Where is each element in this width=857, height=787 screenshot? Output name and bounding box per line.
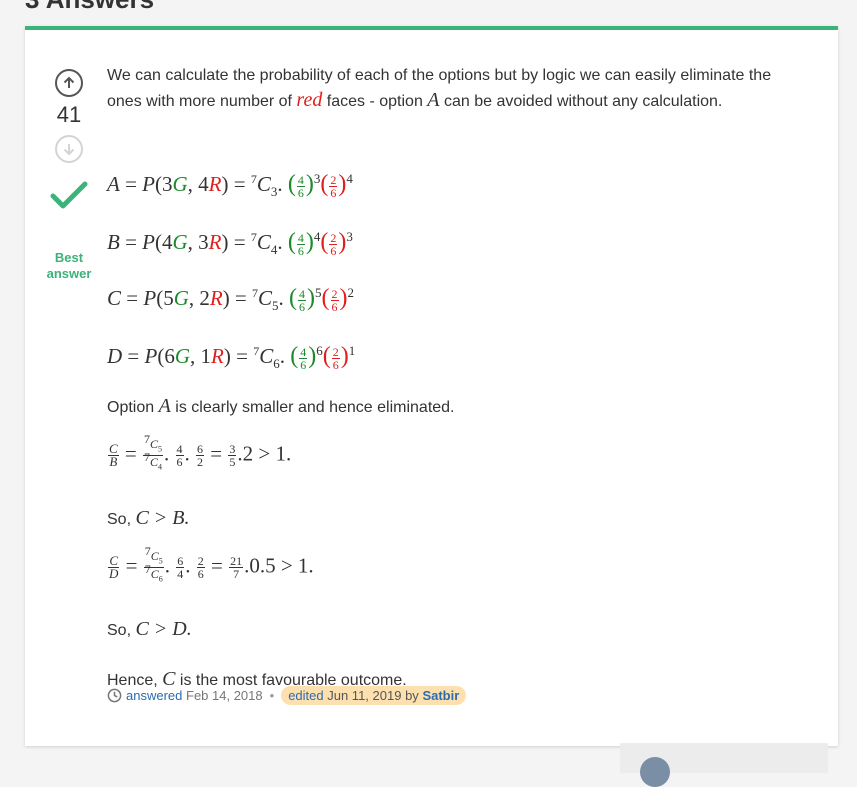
ratio2-frac-den: 7	[233, 567, 240, 582]
so1-math: C > B.	[135, 507, 190, 529]
best-label-line1: Best	[54, 250, 84, 265]
eq-r-exp: 3	[346, 229, 353, 244]
best-answer-label: Best answer	[39, 250, 99, 282]
eq-c-sub: 5	[272, 298, 279, 314]
ratio-c-over-b: CB = 7C5 7C4. 46. 62 = 3 5.2 > 1.	[108, 432, 292, 472]
edited-link[interactable]: edited	[288, 688, 323, 703]
eq-g-count: 6	[164, 344, 175, 368]
eq-c-sub: 3	[270, 184, 278, 200]
eq-g-count: 4	[162, 230, 173, 254]
edited-date: Jun 11, 2019	[327, 688, 402, 703]
option-a-pre: Option	[107, 399, 159, 416]
so1-pre: So,	[107, 511, 136, 528]
equation-b: B = P(4G, 3R) = 7C4. (4 6)4(2 6)3	[107, 229, 353, 258]
editor-link[interactable]: Satbir	[422, 688, 459, 703]
best-answer-check-icon[interactable]	[49, 179, 89, 216]
intro-paragraph: We can calculate the probability of each…	[107, 64, 807, 114]
answer-meta: answered Feb 14, 2018 • edited Jun 11, 2…	[107, 686, 467, 705]
intro-text-2: faces - option	[322, 93, 428, 110]
eq-lhs: C	[107, 286, 122, 310]
option-a-post: is clearly smaller and hence eliminated.	[170, 399, 455, 416]
intro-red-word: red	[296, 89, 323, 111]
eq-r-count: 4	[198, 172, 209, 196]
ratio-c-over-d: CD = 7C5 7C6. 64. 26 = 21 7.0.5 > 1.	[108, 544, 314, 584]
eq-g-count: 3	[162, 172, 173, 196]
ratio2-result: .0.5 > 1.	[244, 553, 314, 578]
so-c-greater-b: So, C > B.	[107, 506, 190, 532]
so-c-greater-d: So, C > D.	[107, 617, 192, 643]
upvote-button[interactable]	[55, 69, 83, 97]
eq-r-exp: 1	[348, 343, 356, 358]
vote-count: 41	[56, 102, 82, 127]
downvote-button[interactable]	[55, 135, 83, 163]
eq-lhs: D	[107, 344, 123, 368]
so2-pre: So,	[107, 622, 136, 639]
meta-separator: •	[269, 688, 275, 703]
eq-r-count: 2	[199, 286, 210, 310]
edited-by-label: by	[405, 688, 419, 703]
answer-card: 41 Best answer We can calculate the prob…	[25, 26, 838, 787]
eq-r-exp: 4	[346, 171, 353, 186]
equation-c: C = P(5G, 2R) = 7C5. (4 6)5(2 6)2	[107, 285, 355, 314]
eq-g-count: 5	[163, 286, 174, 310]
eq-r-count: 1	[200, 344, 212, 368]
answer-body: We can calculate the probability of each…	[107, 64, 807, 690]
clock-icon	[107, 688, 122, 703]
answers-count-heading: 3 Answers	[25, 0, 154, 15]
arrow-down-icon	[63, 144, 75, 156]
best-label-line2: answer	[46, 266, 92, 281]
answered-link[interactable]: answered	[126, 688, 182, 703]
option-a-var: A	[158, 395, 171, 417]
edited-badge: edited Jun 11, 2019 by Satbir	[281, 686, 467, 705]
eq-c-sub: 4	[270, 242, 278, 258]
equation-a: A = P(3G, 4R) = 7C3. (4 6)3(2 6)4	[107, 171, 353, 200]
intro-var-a: A	[427, 89, 440, 111]
option-a-sentence: Option A is clearly smaller and hence el…	[107, 394, 455, 420]
arrow-up-icon	[63, 76, 75, 88]
ratio1-frac-den: 5	[229, 455, 236, 470]
intro-text-3: can be avoided without any calculation.	[439, 93, 723, 110]
ratio1-result: 2 > 1.	[242, 441, 292, 466]
author-card[interactable]	[620, 743, 828, 787]
so2-math: C > D.	[135, 618, 192, 640]
answered-date: Feb 14, 2018	[186, 688, 263, 703]
eq-c-sub: 6	[273, 356, 280, 372]
vote-column: 41 Best answer	[47, 60, 91, 282]
eq-r-count: 3	[198, 230, 209, 254]
eq-lhs: B	[107, 230, 120, 254]
equation-d: D = P(6G, 1R) = 7C6. (4 6)6(2 6)1	[107, 343, 356, 372]
avatar[interactable]	[640, 757, 670, 787]
eq-r-exp: 2	[347, 285, 355, 300]
eq-lhs: A	[107, 172, 120, 196]
